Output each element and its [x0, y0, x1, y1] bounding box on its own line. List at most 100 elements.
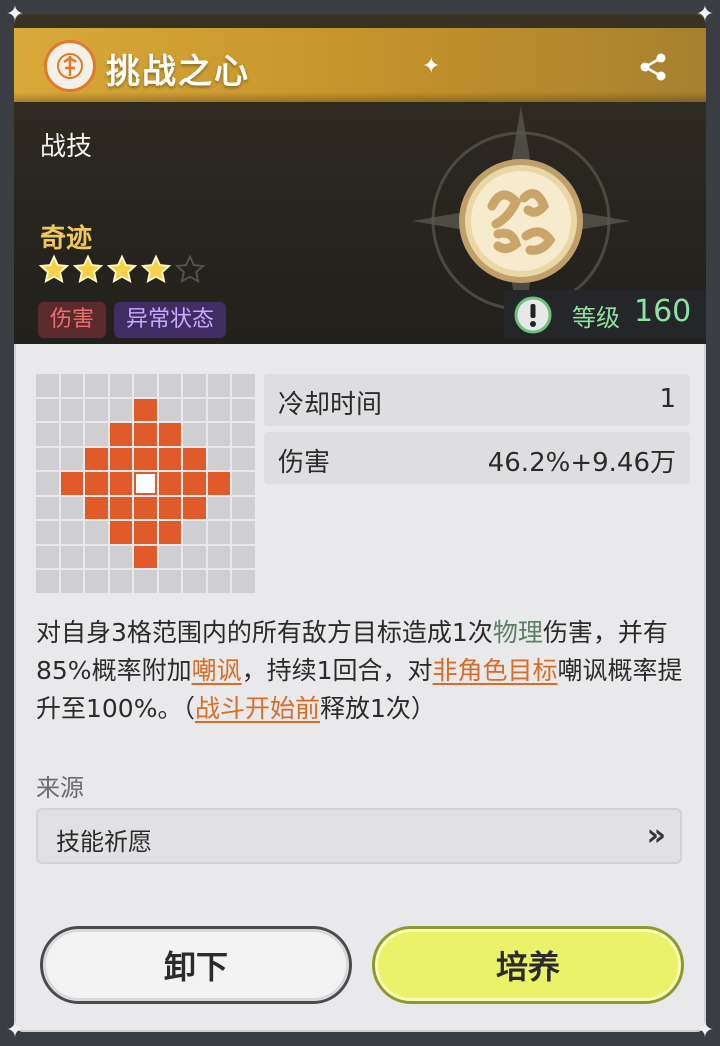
warning-icon[interactable]	[514, 296, 552, 334]
range-cell	[207, 521, 230, 544]
range-cell	[134, 570, 157, 593]
stat-value: 46.2%+9.46万	[487, 448, 676, 478]
star-filled-icon	[38, 254, 70, 284]
stat-value: 1	[659, 384, 676, 414]
range-cell	[109, 374, 132, 397]
rarity-label: 奇迹	[40, 224, 93, 254]
range-cell	[109, 545, 132, 568]
range-cell-active	[158, 423, 181, 446]
stat-row-cooldown: 冷却时间 1	[264, 374, 690, 426]
skill-category: 战技	[40, 132, 93, 162]
corner-ornament-icon: ✦	[5, 2, 25, 27]
range-cell-active	[60, 472, 83, 495]
skill-title: 挑战之心	[106, 52, 250, 92]
range-cell	[85, 398, 108, 421]
range-cell	[85, 423, 108, 446]
keyword-non-character-link[interactable]: 非角色目标	[433, 656, 558, 685]
range-cell	[207, 447, 230, 470]
skill-type-emblem-icon	[44, 40, 96, 92]
range-cell	[207, 374, 230, 397]
range-cell	[232, 545, 255, 568]
range-cell	[60, 521, 83, 544]
range-cell	[207, 423, 230, 446]
range-cell-active	[183, 447, 206, 470]
range-cell	[232, 423, 255, 446]
range-cell	[183, 521, 206, 544]
range-cell	[183, 398, 206, 421]
range-cell	[85, 570, 108, 593]
range-cell-active	[109, 423, 132, 446]
range-cell	[60, 423, 83, 446]
source-value: 技能祈愿	[56, 828, 152, 856]
range-cell	[109, 398, 132, 421]
range-cell-active	[158, 472, 181, 495]
share-icon[interactable]	[634, 48, 672, 86]
range-cell	[158, 545, 181, 568]
range-cell	[36, 521, 59, 544]
range-cell-self	[134, 472, 157, 495]
rarity-stars	[38, 254, 206, 286]
range-cell-active	[109, 521, 132, 544]
corner-ornament-icon: ✦	[695, 1018, 715, 1043]
star-filled-icon	[106, 254, 138, 284]
range-cell	[85, 374, 108, 397]
range-cell-active	[85, 447, 108, 470]
range-cell-active	[85, 496, 108, 519]
tag-damage: 伤害	[38, 302, 107, 338]
range-cell	[158, 398, 181, 421]
desc-text: 对自身3格范围内的所有敌方目标造成1次	[36, 618, 493, 647]
train-button[interactable]: 培养	[372, 926, 684, 1004]
stat-key: 冷却时间	[278, 390, 383, 420]
source-label: 来源	[36, 774, 84, 802]
skill-detail-panel: 挑战之心 ✦ 战技 奇迹 伤害 异常状态 等级 160 冷却时间 1 伤害 46…	[14, 14, 706, 1032]
range-cell	[36, 545, 59, 568]
range-cell	[60, 496, 83, 519]
range-cell-active	[207, 472, 230, 495]
range-cell	[183, 374, 206, 397]
skill-header: 挑战之心 ✦ 战技 奇迹 伤害 异常状态 等级 160	[14, 14, 706, 344]
range-cell	[158, 570, 181, 593]
desc-text: 释放1次）	[320, 694, 436, 723]
range-cell	[207, 496, 230, 519]
range-cell	[232, 521, 255, 544]
range-cell-active	[158, 447, 181, 470]
range-cell	[232, 447, 255, 470]
keyword-before-battle-link[interactable]: 战斗开始前	[195, 694, 320, 723]
level-label: 等级	[572, 304, 620, 332]
double-chevron-right-icon: »	[646, 818, 666, 853]
source-row[interactable]: 技能祈愿 »	[36, 808, 682, 864]
range-cell-active	[158, 521, 181, 544]
range-cell	[36, 447, 59, 470]
range-cell-active	[109, 496, 132, 519]
range-cell-active	[183, 496, 206, 519]
range-cell	[36, 496, 59, 519]
star-filled-icon	[140, 254, 172, 284]
keyword-physical: 物理	[492, 618, 543, 647]
level-value: 160	[634, 294, 692, 329]
range-cell	[158, 374, 181, 397]
range-cell-active	[134, 521, 157, 544]
range-cell	[36, 423, 59, 446]
range-cell-active	[158, 496, 181, 519]
range-cell	[134, 374, 157, 397]
stat-row-damage: 伤害 46.2%+9.46万	[264, 432, 690, 484]
star-filled-icon	[72, 254, 104, 284]
range-cell	[232, 472, 255, 495]
star-empty-icon	[174, 254, 206, 284]
range-cell	[60, 374, 83, 397]
corner-ornament-icon: ✦	[5, 1018, 25, 1043]
range-cell	[207, 398, 230, 421]
range-cell	[207, 570, 230, 593]
range-cell	[232, 374, 255, 397]
range-cell	[183, 545, 206, 568]
range-cell-active	[134, 496, 157, 519]
range-cell	[232, 496, 255, 519]
unload-button[interactable]: 卸下	[40, 926, 352, 1004]
range-cell-active	[134, 423, 157, 446]
keyword-taunt-link[interactable]: 嘲讽	[192, 656, 242, 685]
range-cell	[36, 472, 59, 495]
stat-key: 伤害	[278, 448, 331, 478]
range-cell-active	[134, 447, 157, 470]
range-cell	[109, 570, 132, 593]
range-cell	[207, 545, 230, 568]
